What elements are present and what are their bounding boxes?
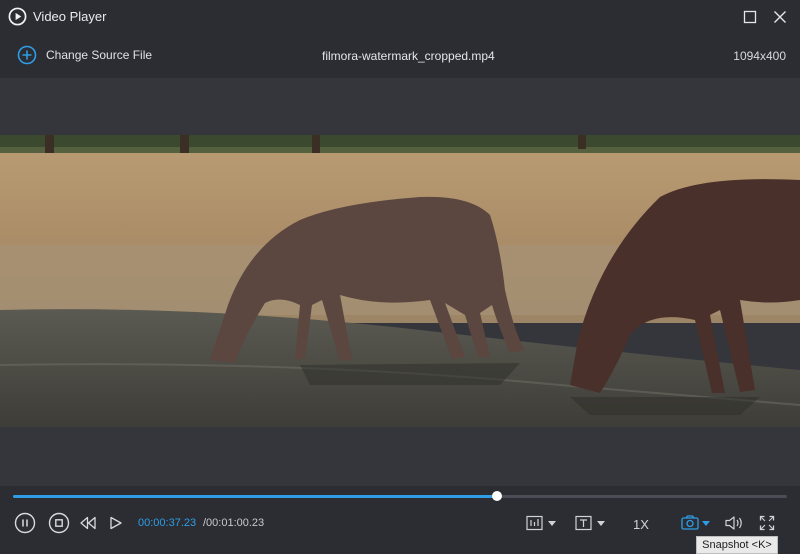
rewind-icon	[80, 516, 96, 530]
forward-icon	[110, 516, 122, 530]
pause-button[interactable]	[14, 512, 36, 534]
video-frame-image	[0, 135, 800, 427]
source-bar: Change Source File filmora-watermark_cro…	[0, 33, 800, 78]
close-icon	[774, 11, 786, 23]
player-controls: 00:00:37.23 /00:01:00.23 1X	[0, 486, 800, 554]
fullscreen-button[interactable]	[758, 514, 776, 532]
file-name: filmora-watermark_cropped.mp4	[322, 49, 495, 63]
video-frame	[0, 135, 800, 427]
audio-track-button[interactable]	[524, 514, 560, 532]
previous-frame-button[interactable]	[78, 514, 98, 532]
plus-circle-icon	[17, 45, 37, 65]
stop-icon	[48, 512, 70, 534]
play-circle-icon	[8, 7, 27, 26]
progress-fill	[13, 495, 497, 498]
camera-icon	[681, 515, 710, 530]
resolution-label: 1094x400	[733, 49, 786, 63]
pause-icon	[14, 512, 36, 534]
subtitle-button[interactable]	[573, 514, 609, 532]
volume-button[interactable]	[724, 514, 744, 532]
fullscreen-icon	[759, 515, 775, 531]
window-title: Video Player	[33, 9, 107, 24]
audio-track-icon	[526, 515, 556, 531]
total-time: /00:01:00.23	[203, 517, 265, 529]
maximize-icon	[743, 10, 757, 24]
change-source-button[interactable]: Change Source File	[17, 45, 152, 65]
snapshot-button[interactable]	[680, 514, 714, 532]
playback-speed[interactable]: 1X	[633, 517, 649, 532]
title-bar: Video Player	[0, 0, 800, 33]
stop-button[interactable]	[48, 512, 70, 534]
close-button[interactable]	[770, 7, 790, 27]
video-area[interactable]	[0, 78, 800, 486]
progress-handle[interactable]	[491, 491, 502, 501]
volume-icon	[725, 516, 742, 530]
progress-bar[interactable]	[13, 491, 787, 501]
next-frame-button[interactable]	[107, 514, 125, 532]
maximize-button[interactable]	[740, 7, 760, 27]
subtitle-icon	[575, 515, 605, 531]
current-time: 00:00:37.23	[138, 517, 197, 529]
change-source-label: Change Source File	[46, 48, 153, 62]
snapshot-tooltip: Snapshot <K>	[696, 536, 778, 554]
